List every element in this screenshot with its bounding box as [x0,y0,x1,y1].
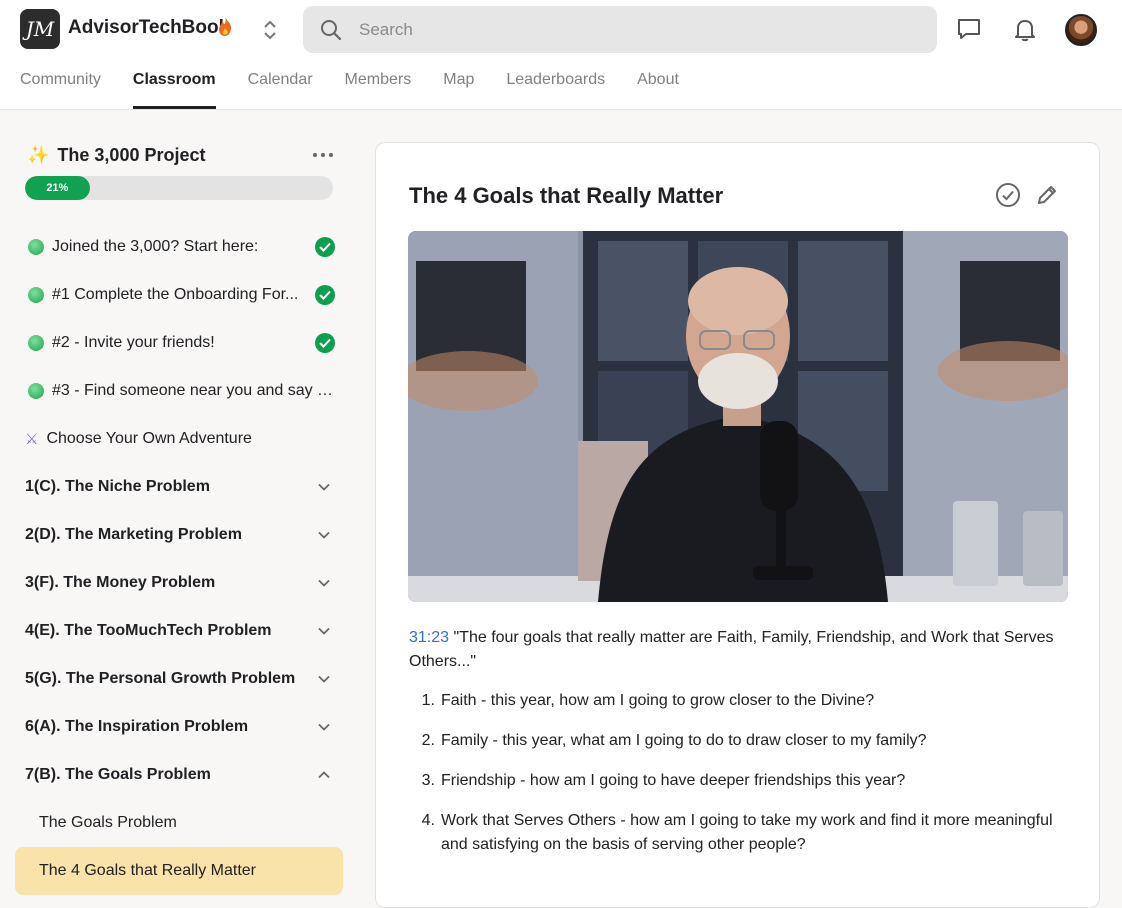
course-title: ✨ The 3,000 Project [27,145,206,166]
completed-check-icon [315,237,335,257]
lesson-status-dot [28,383,44,399]
section-personal-growth[interactable]: 5(G). The Personal Growth Problem [25,659,335,699]
lesson-item[interactable]: #2 - Invite your friends! [25,323,335,363]
lesson-item[interactable]: Joined the 3,000? Start here: [25,227,335,267]
list-number: 1. [421,692,435,709]
lesson-label: Choose Your Own Adventure [46,430,252,447]
crossed-swords-icon: ⚔ [25,431,39,448]
chevron-down-icon [318,579,330,587]
section-label: 3(F). The Money Problem [25,574,216,591]
section-label: 4(E). The TooMuchTech Problem [25,622,272,639]
list-text: Work that Serves Others - how am I going… [441,812,1053,853]
course-progress-bar: 21% [25,176,333,200]
list-text: Faith - this year, how am I going to gro… [441,692,875,709]
community-switcher-icon[interactable] [259,17,281,43]
lesson-status-dot [28,239,44,255]
course-title-text: The 3,000 Project [57,145,206,165]
section-toomuchtech[interactable]: 4(E). The TooMuchTech Problem [25,611,335,651]
section-label: 1(C). The Niche Problem [25,478,210,495]
tab-map[interactable]: Map [443,62,474,109]
list-item: 3. Friendship - how am I going to have de… [409,769,1069,793]
search-bar[interactable] [303,6,937,53]
sub-lesson-goals-problem[interactable]: The Goals Problem [15,799,343,847]
lesson-item[interactable]: #1 Complete the Onboarding For... [25,275,335,315]
community-name[interactable]: AdvisorTechBook [68,17,229,39]
sub-lesson-label: The Goals Problem [39,814,177,831]
lesson-content-card: The 4 Goals that Really Matter 31:23 "Th… [375,142,1100,908]
list-text: Friendship - how am I going to have deep… [441,772,906,789]
top-header: JM AdvisorTechBook Community Classroom C… [0,0,1122,110]
goals-list: 1. Faith - this year, how am I going to g… [409,689,1069,873]
lesson-label: Joined the 3,000? Start here: [52,238,259,255]
fire-icon [217,16,233,41]
video-timestamp-link[interactable]: 31:23 [409,629,449,646]
user-avatar[interactable] [1065,14,1097,46]
video-thumbnail [408,231,1068,602]
tab-leaderboards[interactable]: Leaderboards [506,62,605,109]
mark-complete-icon[interactable] [995,182,1021,208]
list-number: 2. [421,732,435,749]
list-number: 3. [421,772,435,789]
section-label: 7(B). The Goals Problem [25,766,211,783]
quote-text: "The four goals that really matter are F… [409,629,1054,670]
chat-icon[interactable] [956,16,982,42]
progress-label: 21% [25,176,90,200]
section-marketing[interactable]: 2(D). The Marketing Problem [25,515,335,555]
lesson-label: #2 - Invite your friends! [52,334,215,351]
completed-check-icon [315,285,335,305]
bell-icon[interactable] [1012,16,1038,42]
community-logo[interactable]: JM [20,9,60,49]
section-label: 6(A). The Inspiration Problem [25,718,249,735]
lesson-title: The 4 Goals that Really Matter [409,183,724,208]
search-input[interactable] [359,6,919,53]
section-goals[interactable]: 7(B). The Goals Problem [25,755,335,795]
course-sidebar: ✨ The 3,000 Project 21% Joined the 3,000… [0,110,360,908]
section-niche[interactable]: 1(C). The Niche Problem [25,467,335,507]
more-options-icon[interactable] [313,150,333,160]
section-label: 5(G). The Personal Growth Problem [25,670,296,687]
completed-check-icon [315,333,335,353]
section-inspiration[interactable]: 6(A). The Inspiration Problem [25,707,335,747]
chevron-down-icon [318,627,330,635]
list-number: 4. [421,812,435,829]
lesson-status-dot [28,335,44,351]
tab-community[interactable]: Community [20,62,101,109]
lesson-item[interactable]: #3 - Find someone near you and say "... [25,371,335,411]
sparkles-icon: ✨ [27,145,50,165]
sub-lesson-label: The 4 Goals that Really Matter [39,862,256,879]
tab-calendar[interactable]: Calendar [248,62,313,109]
lesson-description: 31:23 "The four goals that really matter… [409,626,1069,674]
video-player[interactable] [408,231,1068,602]
adventure-item[interactable]: ⚔ Choose Your Own Adventure [25,419,335,459]
lesson-label: #3 - Find someone near you and say "... [52,382,335,399]
edit-pencil-icon[interactable] [1035,183,1059,207]
chevron-down-icon [318,675,330,683]
chevron-down-icon [318,531,330,539]
tab-members[interactable]: Members [345,62,412,109]
tab-about[interactable]: About [637,62,679,109]
search-icon [321,20,342,41]
section-money[interactable]: 3(F). The Money Problem [25,563,335,603]
list-item: 4. Work that Serves Others - how am I goi… [409,809,1069,857]
chevron-up-icon [318,771,330,779]
section-label: 2(D). The Marketing Problem [25,526,242,543]
sub-lesson-4-goals[interactable]: The 4 Goals that Really Matter [15,847,343,895]
list-text: Family - this year, what am I going to d… [441,732,927,749]
chevron-down-icon [318,483,330,491]
tab-classroom[interactable]: Classroom [132,62,216,109]
nav-tabs: Community Classroom Calendar Members Map… [20,62,711,110]
list-item: 2. Family - this year, what am I going to… [409,729,1069,753]
lesson-status-dot [28,287,44,303]
lesson-label: #1 Complete the Onboarding For... [52,286,299,303]
list-item: 1. Faith - this year, how am I going to g… [409,689,1069,713]
chevron-down-icon [318,723,330,731]
